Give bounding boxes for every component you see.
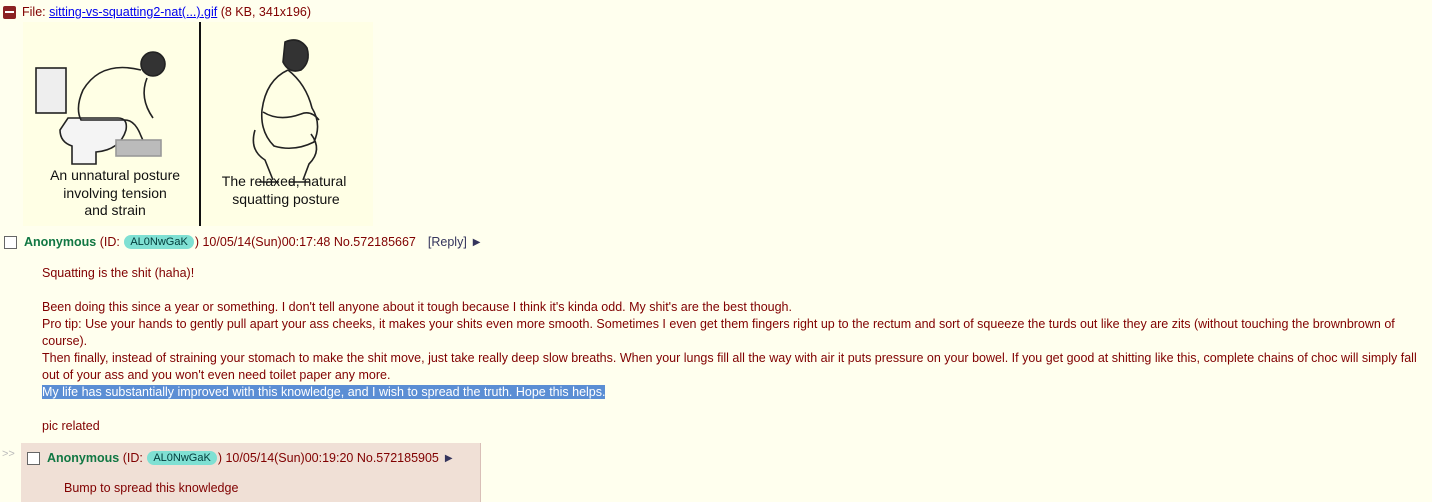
op-datetime: 10/05/14(Sun)00:17:48 xyxy=(202,235,331,249)
highlighted-text: My life has substantially improved with … xyxy=(42,385,606,399)
thumb-right-caption-1: The relaxed, natural xyxy=(222,173,347,189)
reply-id-suffix: ) xyxy=(217,451,222,465)
op-body: Squatting is the shit (haha)! Been doing… xyxy=(42,265,1427,435)
op-line: Squatting is the shit (haha)! xyxy=(42,266,195,280)
op-id-suffix: ) xyxy=(194,235,199,249)
op-blank-line xyxy=(42,401,1427,418)
toilet-figure-icon xyxy=(35,51,166,165)
reply-post-number[interactable]: No.572185905 xyxy=(357,451,439,465)
op-line: Then finally, instead of straining your … xyxy=(42,351,1417,382)
reply-post: Anonymous (ID: AL0NwGaK ) 10/05/14(Sun)0… xyxy=(21,443,481,502)
op-header: Anonymous (ID: AL0NwGaK ) 10/05/14(Sun)0… xyxy=(4,234,481,250)
reply-id-badge[interactable]: AL0NwGaK xyxy=(147,451,217,465)
op-name: Anonymous xyxy=(24,235,97,249)
menu-arrow-icon[interactable]: ▶ xyxy=(473,237,481,248)
file-info: File: sitting-vs-squatting2-nat(...).gif… xyxy=(3,4,311,20)
op-blank-line xyxy=(42,282,1427,299)
op-line: Been doing this since a year or somethin… xyxy=(42,300,792,314)
thumb-right-caption-2: squatting posture xyxy=(232,191,340,207)
thumb-left-caption-1: An unnatural posture xyxy=(50,167,180,183)
thumbnail-image[interactable]: An unnatural posture involving tension a… xyxy=(23,22,373,226)
op-line: Pro tip: Use your hands to gently pull a… xyxy=(42,317,1395,348)
reply-datetime: 10/05/14(Sun)00:19:20 xyxy=(225,451,354,465)
reply-body: Bump to spread this knowledge xyxy=(64,481,239,495)
reply-header: Anonymous (ID: AL0NwGaK ) 10/05/14(Sun)0… xyxy=(27,451,453,465)
minus-icon[interactable] xyxy=(3,5,16,19)
op-id-badge[interactable]: AL0NwGaK xyxy=(124,235,194,249)
file-link[interactable]: sitting-vs-squatting2-nat(...).gif xyxy=(49,5,217,19)
op-checkbox[interactable] xyxy=(4,235,17,249)
op-id-prefix: (ID: xyxy=(99,235,120,249)
file-label: File: xyxy=(22,5,46,19)
menu-arrow-icon[interactable]: ▶ xyxy=(445,453,453,464)
squatting-figure-icon xyxy=(252,39,320,183)
file-meta: (8 KB, 341x196) xyxy=(220,5,312,19)
op-post-number[interactable]: No.572185667 xyxy=(334,235,416,249)
op-line: pic related xyxy=(42,419,100,433)
thumb-left-caption-3: and strain xyxy=(84,202,145,218)
thumb-left-caption-2: involving tension xyxy=(63,185,167,201)
reply-name: Anonymous xyxy=(47,451,120,465)
reply-id-prefix: (ID: xyxy=(122,451,143,465)
reply-link[interactable]: [Reply] xyxy=(428,235,467,249)
reply-marker: >> xyxy=(2,448,15,460)
reply-checkbox[interactable] xyxy=(27,451,40,465)
